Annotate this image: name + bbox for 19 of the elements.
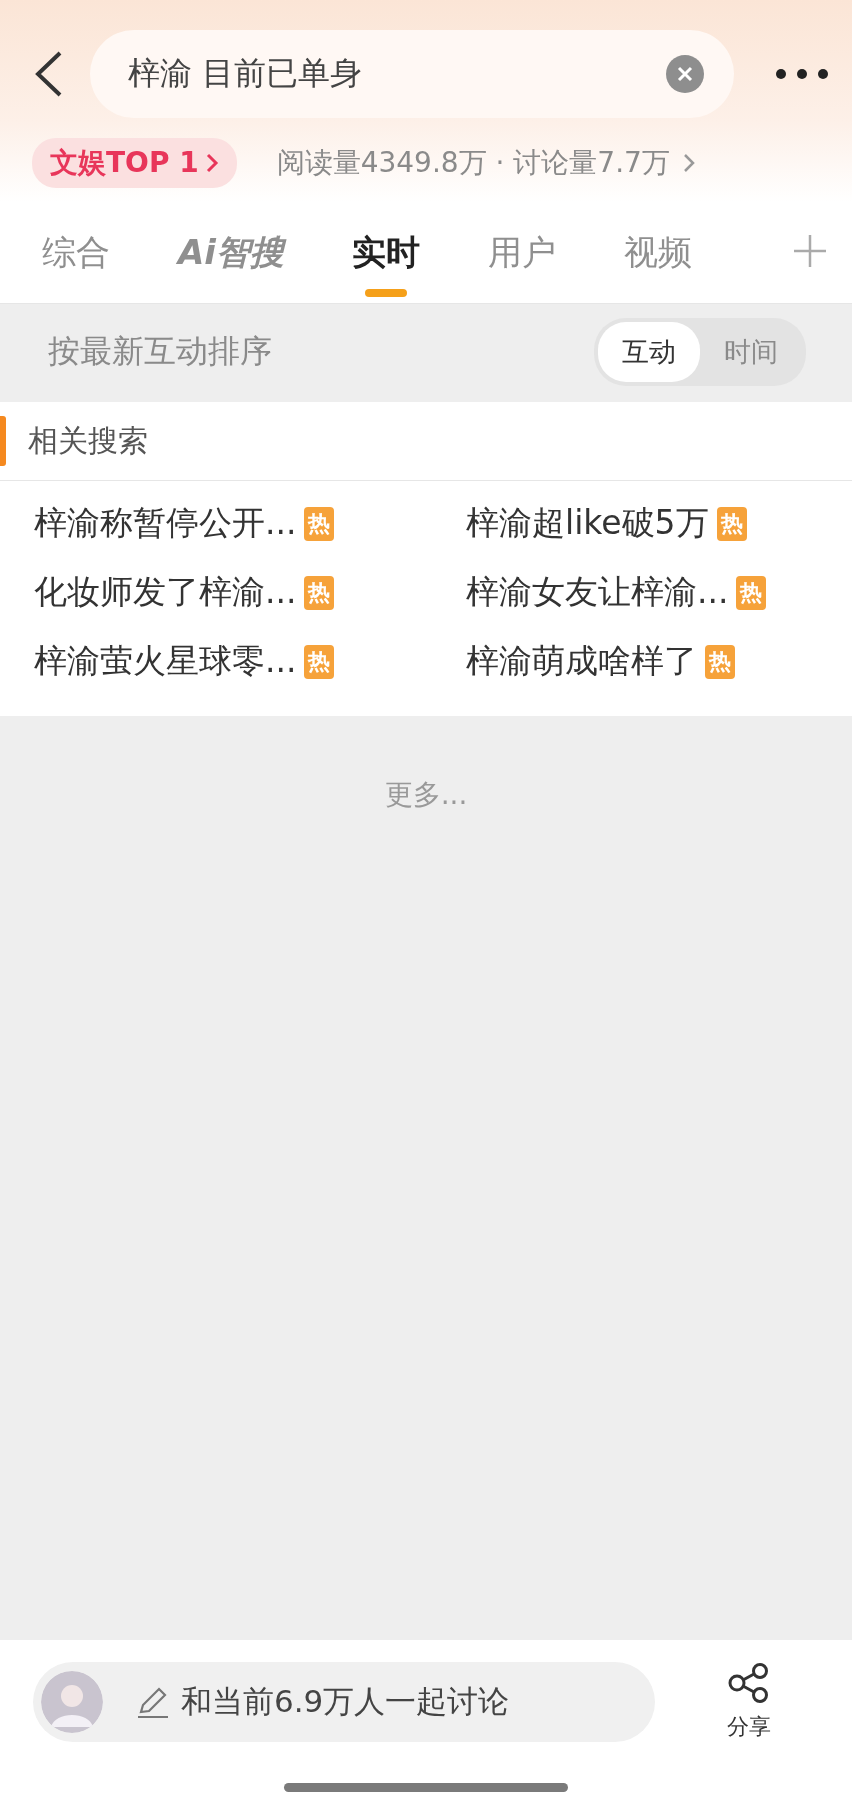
sort-label: 按最新互动排序: [48, 331, 272, 372]
accent-bar: [0, 416, 6, 466]
share-button[interactable]: 分享: [727, 1662, 771, 1742]
avatar-icon: [41, 1671, 103, 1733]
tab[interactable]: 实时: [351, 216, 420, 303]
related-search-item[interactable]: 梓渝萌成啥样了 热: [466, 633, 852, 690]
more-icon[interactable]: [774, 67, 830, 81]
related-search-item[interactable]: 梓渝女友让梓渝... 热: [466, 564, 852, 621]
add-icon[interactable]: [792, 233, 828, 269]
comment-field[interactable]: 和当前6.9万人一起讨论: [33, 1662, 655, 1742]
clear-icon[interactable]: [666, 55, 704, 93]
search-field[interactable]: 梓渝 目前已单身: [90, 30, 734, 118]
section-title: 相关搜索: [28, 421, 148, 460]
related-search-item[interactable]: 梓渝超like破5万 热: [466, 495, 852, 552]
stats-text: 阅读量4349.8万 · 讨论量7.7万: [276, 145, 670, 181]
related-search-item[interactable]: 化妆师发了梓渝... 热: [34, 564, 466, 621]
related-search-item[interactable]: 梓渝萤火星球零... 热: [34, 633, 466, 690]
related-search-item[interactable]: 梓渝称暂停公开... 热: [34, 495, 466, 552]
sort-option[interactable]: 互动: [598, 322, 700, 382]
